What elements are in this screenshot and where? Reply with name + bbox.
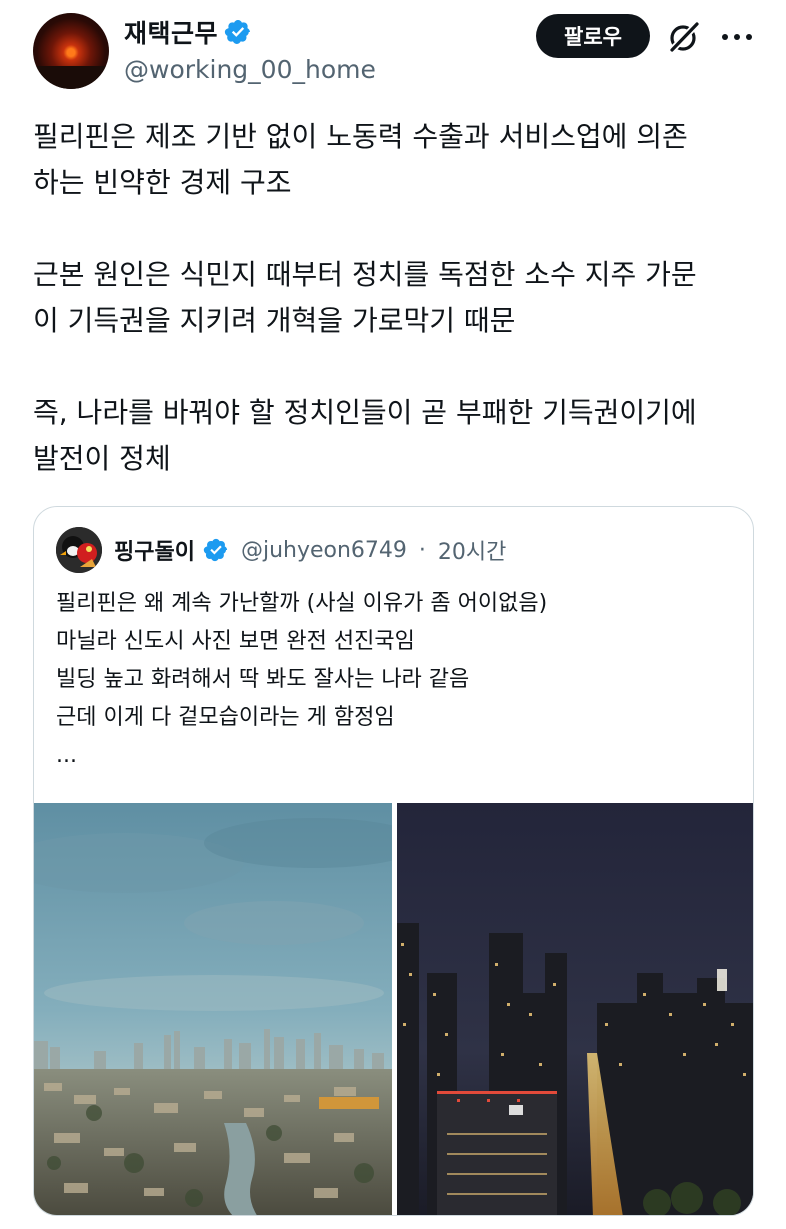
quote-author-avatar[interactable] (56, 527, 102, 573)
tweet-line: 하는 빈약한 경제 구조 (33, 166, 292, 199)
quote-media (34, 803, 753, 1215)
more-icon[interactable] (722, 34, 752, 42)
quote-separator: · (418, 537, 426, 563)
tweet-line: 발전이 정체 (33, 442, 171, 475)
author-avatar[interactable] (33, 13, 109, 89)
quote-author-name[interactable]: 핑구돌이 (114, 534, 195, 566)
quote-header: 핑구돌이 @juhyeon6749 · 20시간 (114, 534, 506, 566)
quote-author-handle[interactable]: @juhyeon6749 (241, 538, 407, 563)
quote-timestamp[interactable]: 20시간 (438, 534, 506, 566)
tweet-header: 재택근무 @working_00_home 팔로우 (0, 0, 786, 100)
tweet-line: 근본 원인은 식민지 때부터 정치를 독점한 소수 지주 가문 (33, 258, 697, 291)
follow-button[interactable]: 팔로우 (536, 14, 650, 58)
grok-icon[interactable] (664, 17, 704, 57)
quote-line: 근데 이게 다 겉모습이라는 게 함정임 (56, 705, 395, 730)
quote-text: 필리핀은 왜 계속 가난할까 (사실 이유가 좀 어이없음) 마닐라 신도시 사… (56, 585, 547, 775)
tweet-line: 이 기득권을 지키려 개혁을 가로막기 때문 (33, 304, 516, 337)
tweet-line: 필리핀은 제조 기반 없이 노동력 수출과 서비스업에 의존 (33, 120, 688, 153)
verified-badge-icon (203, 538, 228, 562)
quote-line: 필리핀은 왜 계속 가난할까 (사실 이유가 좀 어이없음) (56, 591, 548, 616)
author-display-name[interactable]: 재택근무 (124, 14, 252, 50)
tweet-text: 필리핀은 제조 기반 없이 노동력 수출과 서비스업에 의존 하는 빈약한 경제… (33, 114, 753, 482)
quote-line: 빌딩 높고 화려해서 딱 봐도 잘사는 나라 같음 (56, 667, 470, 692)
city-day-image[interactable] (34, 803, 392, 1215)
quote-line: 마닐라 신도시 사진 보면 완전 선진국임 (56, 629, 415, 654)
quote-line: ... (56, 743, 77, 768)
city-night-image[interactable] (397, 803, 753, 1215)
author-name-text: 재택근무 (124, 19, 219, 48)
quoted-tweet[interactable]: 핑구돌이 @juhyeon6749 · 20시간 필리핀은 왜 계속 가난할까 … (33, 506, 754, 1216)
verified-badge-icon (224, 20, 250, 44)
tweet-line: 즉, 나라를 바꿔야 할 정치인들이 곧 부패한 기득권이기에 (33, 396, 697, 429)
author-handle[interactable]: @working_00_home (124, 55, 376, 84)
